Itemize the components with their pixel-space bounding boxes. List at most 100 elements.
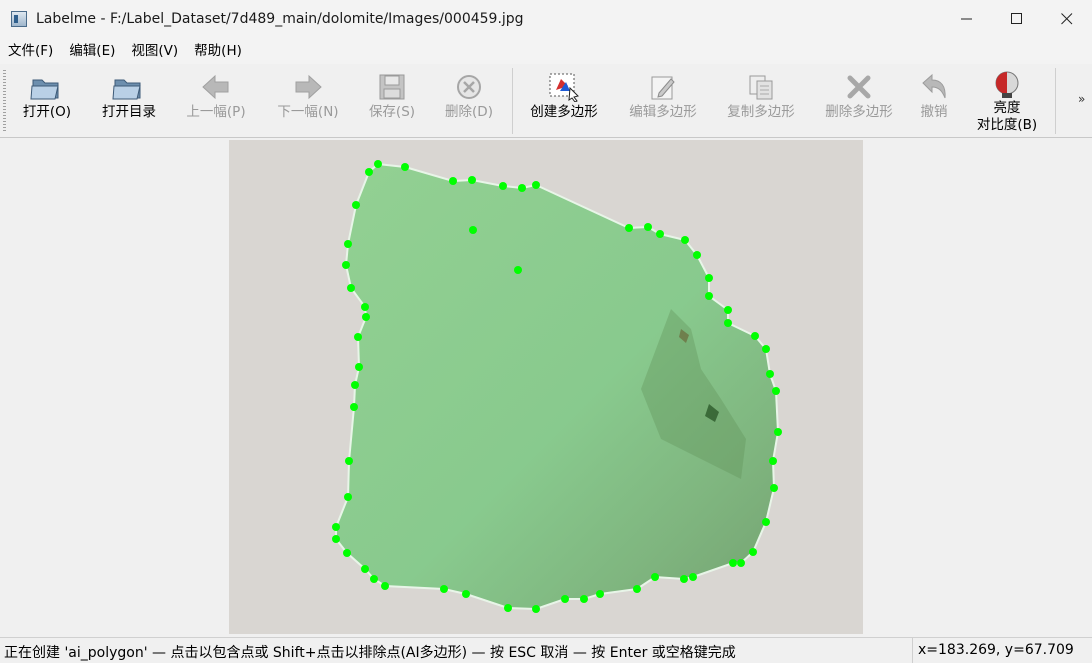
polygon-vertex[interactable] [625, 224, 633, 232]
annotation-overlay[interactable] [1, 139, 1091, 636]
polygon-vertex[interactable] [365, 168, 373, 176]
polygon-vertex[interactable] [462, 590, 470, 598]
maximize-button[interactable] [992, 0, 1042, 38]
close-button[interactable] [1042, 0, 1092, 38]
minimize-button[interactable] [942, 0, 992, 38]
edit-polygon-label: 编辑多边形 [629, 104, 697, 120]
polygon-vertex[interactable] [532, 605, 540, 613]
menu-bar: 文件(F) 编辑(E) 视图(V) 帮助(H) [0, 38, 1092, 64]
toolbar-overflow-icon[interactable]: » [1078, 92, 1085, 106]
polygon-vertex[interactable] [633, 585, 641, 593]
folder-open-icon [30, 70, 64, 104]
polygon-vertex[interactable] [561, 595, 569, 603]
edit-polygon-button[interactable]: 编辑多边形 [622, 70, 704, 134]
open-button[interactable]: 打开(O) [14, 70, 80, 134]
prev-image-button[interactable]: 上一幅(P) [178, 70, 254, 134]
polygon-vertex[interactable] [351, 381, 359, 389]
polygon-vertex[interactable] [729, 559, 737, 567]
next-image-button[interactable]: 下一幅(N) [270, 70, 346, 134]
polygon-vertex[interactable] [362, 313, 370, 321]
polygon-vertex[interactable] [770, 484, 778, 492]
polygon-vertex[interactable] [766, 370, 774, 378]
labelme-app-icon [11, 11, 27, 27]
polygon-vertex[interactable] [361, 303, 369, 311]
polygon-vertex[interactable] [374, 160, 382, 168]
polygon-vertex[interactable] [762, 518, 770, 526]
polygon-vertex[interactable] [345, 457, 353, 465]
undo-button[interactable]: 撤销 [912, 70, 956, 134]
polygon-vertex[interactable] [347, 284, 355, 292]
polygon-vertex[interactable] [596, 590, 604, 598]
open-dir-label: 打开目录 [102, 104, 156, 120]
undo-icon [917, 70, 951, 104]
polygon-vertex[interactable] [724, 306, 732, 314]
menu-file[interactable]: 文件(F) [0, 38, 61, 64]
polygon-vertex[interactable] [705, 292, 713, 300]
toolbar-grip[interactable] [3, 70, 6, 132]
polygon-vertex[interactable] [689, 573, 697, 581]
polygon-vertex[interactable] [749, 548, 757, 556]
create-polygon-button[interactable]: 创建多边形 [522, 70, 606, 134]
polygon-vertex[interactable] [774, 428, 782, 436]
create-polygon-icon [547, 70, 581, 104]
copy-polygon-icon [744, 70, 778, 104]
polygon-vertex[interactable] [469, 226, 477, 234]
polygon-vertex[interactable] [354, 333, 362, 341]
delete-file-button[interactable]: 删除(D) [438, 70, 500, 134]
polygon-vertex[interactable] [644, 223, 652, 231]
polygon-vertex[interactable] [518, 184, 526, 192]
save-button[interactable]: 保存(S) [360, 70, 424, 134]
polygon-vertex[interactable] [751, 332, 759, 340]
polygon-vertex[interactable] [724, 319, 732, 327]
open-dir-button[interactable]: 打开目录 [94, 70, 164, 134]
polygon-vertex[interactable] [769, 457, 777, 465]
polygon-vertex[interactable] [449, 177, 457, 185]
polygon-vertex[interactable] [514, 266, 522, 274]
title-bar: Labelme - F:/Label_Dataset/7d489_main/do… [0, 0, 1092, 38]
polygon-vertex[interactable] [681, 236, 689, 244]
polygon-vertex[interactable] [344, 240, 352, 248]
menu-view[interactable]: 视图(V) [123, 38, 186, 64]
polygon-vertex[interactable] [737, 559, 745, 567]
copy-polygon-button[interactable]: 复制多边形 [720, 70, 802, 134]
polygon-vertex[interactable] [762, 345, 770, 353]
polygon-vertex[interactable] [350, 403, 358, 411]
copy-polygon-label: 复制多边形 [727, 104, 795, 120]
polygon-vertex[interactable] [401, 163, 409, 171]
delete-polygon-button[interactable]: 删除多边形 [818, 70, 900, 134]
polygon-vertex[interactable] [656, 230, 664, 238]
window-controls [942, 0, 1092, 38]
menu-edit[interactable]: 编辑(E) [61, 38, 123, 64]
polygon-vertex[interactable] [504, 604, 512, 612]
maximize-icon [1011, 13, 1022, 24]
polygon-vertex[interactable] [680, 575, 688, 583]
arrow-left-icon [199, 70, 233, 104]
prev-image-label: 上一幅(P) [186, 104, 246, 120]
polygon-vertex[interactable] [468, 176, 476, 184]
menu-help[interactable]: 帮助(H) [186, 38, 250, 64]
polygon-vertex[interactable] [693, 251, 701, 259]
brightness-contrast-button[interactable]: 亮度 对比度(B) [966, 70, 1048, 134]
polygon-vertex[interactable] [361, 565, 369, 573]
polygon-vertex[interactable] [370, 575, 378, 583]
polygon-vertex[interactable] [499, 182, 507, 190]
polygon-vertex[interactable] [332, 523, 340, 531]
polygon-vertex[interactable] [705, 274, 713, 282]
polygon-vertex[interactable] [580, 595, 588, 603]
polygon-vertex[interactable] [344, 493, 352, 501]
create-polygon-label: 创建多边形 [530, 104, 598, 120]
polygon-vertex[interactable] [532, 181, 540, 189]
polygon-vertex[interactable] [352, 201, 360, 209]
canvas-area[interactable] [1, 139, 1091, 636]
delete-polygon-icon [842, 70, 876, 104]
cursor-coordinates: x=183.269, y=67.709 [912, 638, 1074, 663]
polygon-vertex[interactable] [440, 585, 448, 593]
polygon-vertex[interactable] [651, 573, 659, 581]
arrow-right-icon [291, 70, 325, 104]
polygon-vertex[interactable] [342, 261, 350, 269]
polygon-vertex[interactable] [355, 363, 363, 371]
polygon-vertex[interactable] [332, 535, 340, 543]
polygon-vertex[interactable] [381, 582, 389, 590]
polygon-vertex[interactable] [772, 387, 780, 395]
polygon-vertex[interactable] [343, 549, 351, 557]
